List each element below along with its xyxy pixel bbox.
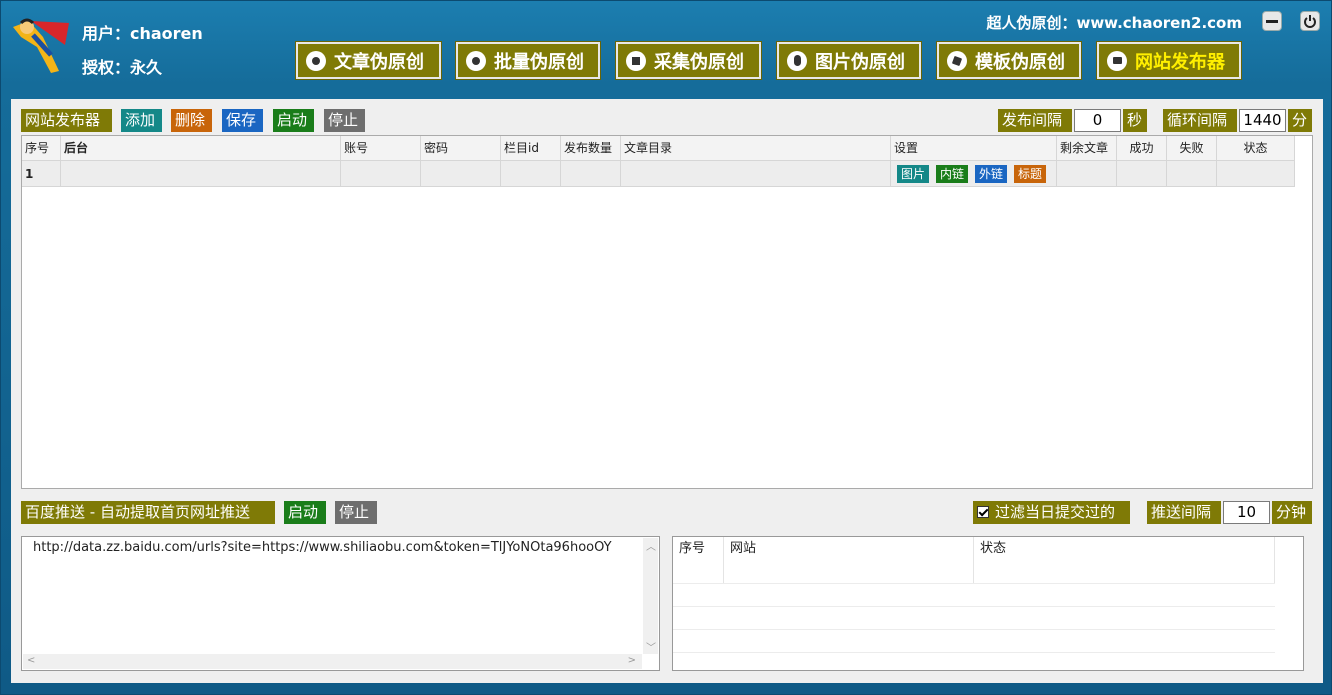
nav-label: 图片伪原创 bbox=[815, 51, 905, 73]
vertical-scrollbar[interactable]: ︿ ﹀ bbox=[643, 538, 658, 654]
column-header[interactable]: 序号 bbox=[673, 537, 724, 583]
scroll-left-icon[interactable]: < bbox=[27, 655, 35, 666]
push-interval-input[interactable]: 10 bbox=[1223, 501, 1270, 524]
table-row bbox=[673, 629, 1275, 652]
minimize-icon bbox=[1266, 19, 1278, 23]
title-setting-button[interactable]: 标题 bbox=[1014, 165, 1047, 183]
table-cell-index[interactable]: 1 bbox=[22, 161, 61, 187]
baidu-start-button[interactable]: 启动 bbox=[284, 501, 326, 524]
site-url-label: 超人伪原创：www.chaoren2.com bbox=[986, 14, 1242, 32]
column-header[interactable]: 状态 bbox=[1217, 136, 1295, 161]
publish-interval-label: 发布间隔 bbox=[998, 109, 1072, 132]
nav-label: 模板伪原创 bbox=[975, 51, 1065, 73]
column-header[interactable]: 设置 bbox=[891, 136, 1057, 161]
power-button[interactable] bbox=[1300, 11, 1320, 31]
checkbox-checked-icon bbox=[977, 506, 989, 518]
column-header[interactable]: 序号 bbox=[22, 136, 61, 161]
scroll-down-icon[interactable]: ﹀ bbox=[646, 639, 656, 654]
scroll-right-icon[interactable]: > bbox=[628, 655, 636, 666]
table-cell-remaining[interactable] bbox=[1057, 161, 1117, 187]
stop-icon bbox=[626, 50, 646, 71]
column-header[interactable]: 状态 bbox=[974, 537, 1275, 583]
baidu-stop-button[interactable]: 停止 bbox=[335, 501, 377, 524]
nav-article-rewrite[interactable]: 文章伪原创 bbox=[295, 41, 442, 80]
column-header[interactable]: 剩余文章 bbox=[1057, 136, 1117, 161]
table-cell-success[interactable] bbox=[1117, 161, 1167, 187]
push-interval-unit: 分钟 bbox=[1272, 501, 1312, 524]
table-row bbox=[673, 583, 1275, 606]
mouse-icon bbox=[787, 50, 807, 71]
horizontal-scrollbar[interactable]: < > bbox=[23, 654, 642, 669]
loop-interval-input[interactable]: 1440 bbox=[1239, 109, 1286, 132]
table-cell-count[interactable] bbox=[561, 161, 621, 187]
column-header[interactable]: 失败 bbox=[1167, 136, 1217, 161]
column-header[interactable]: 发布数量 bbox=[561, 136, 621, 161]
nav-label: 文章伪原创 bbox=[334, 51, 424, 73]
loop-interval-label: 循环间隔 bbox=[1163, 109, 1237, 132]
nav-label: 网站发布器 bbox=[1135, 51, 1225, 73]
nav-collect-rewrite[interactable]: 采集伪原创 bbox=[615, 41, 762, 80]
minimize-button[interactable] bbox=[1262, 11, 1282, 31]
nav-template-rewrite[interactable]: 模板伪原创 bbox=[936, 41, 1082, 80]
column-header[interactable]: 栏目id bbox=[501, 136, 561, 161]
license-label: 授权：永久 bbox=[82, 58, 163, 77]
table-row bbox=[673, 652, 1275, 670]
add-button[interactable]: 添加 bbox=[121, 109, 162, 132]
table-row bbox=[673, 606, 1275, 629]
nav-image-rewrite[interactable]: 图片伪原创 bbox=[776, 41, 922, 80]
table-cell-password[interactable] bbox=[421, 161, 501, 187]
start-button[interactable]: 启动 bbox=[273, 109, 314, 132]
api-url-text: http://data.zz.baidu.com/urls?site=https… bbox=[33, 540, 612, 555]
baidu-api-textarea[interactable]: http://data.zz.baidu.com/urls?site=https… bbox=[21, 536, 660, 671]
scroll-up-icon[interactable]: ︿ bbox=[646, 538, 656, 553]
push-interval-label: 推送间隔 bbox=[1147, 501, 1221, 524]
filter-submitted-checkbox[interactable]: 过滤当日提交过的 bbox=[973, 501, 1130, 524]
image-setting-button[interactable]: 图片 bbox=[897, 165, 930, 183]
baidu-push-title: 百度推送 - 自动提取首页网址推送 bbox=[21, 501, 275, 524]
table-cell-status[interactable] bbox=[1217, 161, 1295, 187]
column-header[interactable]: 后台 bbox=[61, 136, 341, 161]
table-cell-account[interactable] bbox=[341, 161, 421, 187]
superman-logo-icon bbox=[13, 18, 69, 73]
loop-interval-unit: 分 bbox=[1288, 109, 1312, 132]
app-window: 用户：chaoren 授权：永久 超人伪原创：www.chaoren2.com … bbox=[0, 0, 1332, 695]
publish-interval-input[interactable]: 0 bbox=[1074, 109, 1121, 132]
table-cell-dir[interactable] bbox=[621, 161, 891, 187]
table-cell-settings: 图片 内链 外链 标题 bbox=[891, 161, 1057, 187]
nav-label: 批量伪原创 bbox=[494, 51, 584, 73]
publisher-title: 网站发布器 bbox=[21, 109, 112, 132]
filter-label: 过滤当日提交过的 bbox=[995, 503, 1116, 521]
column-header[interactable]: 文章目录 bbox=[621, 136, 891, 161]
header-bar: 用户：chaoren 授权：永久 超人伪原创：www.chaoren2.com … bbox=[1, 1, 1332, 95]
internal-link-button[interactable]: 内链 bbox=[936, 165, 969, 183]
publish-interval-unit: 秒 bbox=[1123, 109, 1147, 132]
table-cell-fail[interactable] bbox=[1167, 161, 1217, 187]
power-icon bbox=[1304, 15, 1316, 28]
table-cell-backend[interactable] bbox=[61, 161, 341, 187]
column-header[interactable]: 密码 bbox=[421, 136, 501, 161]
column-header[interactable]: 网站 bbox=[724, 537, 974, 583]
external-link-button[interactable]: 外链 bbox=[975, 165, 1008, 183]
column-header[interactable]: 成功 bbox=[1117, 136, 1167, 161]
push-result-table: 序号 网站 状态 bbox=[672, 536, 1304, 671]
stop-button[interactable]: 停止 bbox=[324, 109, 365, 132]
username-label: 用户：chaoren bbox=[82, 24, 203, 43]
nav-batch-rewrite[interactable]: 批量伪原创 bbox=[455, 41, 601, 80]
book-icon bbox=[1107, 50, 1127, 71]
disc-icon bbox=[306, 50, 326, 71]
table-cell-column-id[interactable] bbox=[501, 161, 561, 187]
delete-button[interactable]: 删除 bbox=[171, 109, 212, 132]
nav-label: 采集伪原创 bbox=[654, 51, 744, 73]
column-header[interactable]: 账号 bbox=[341, 136, 421, 161]
publisher-table: 序号 后台 账号 密码 栏目id 发布数量 文章目录 设置 剩余文章 成功 失败… bbox=[21, 135, 1313, 489]
disc-icon bbox=[466, 50, 486, 71]
nav-site-publisher[interactable]: 网站发布器 bbox=[1096, 41, 1242, 80]
save-button[interactable]: 保存 bbox=[222, 109, 263, 132]
cube-icon bbox=[947, 50, 967, 71]
main-panel: 网站发布器 添加 删除 保存 启动 停止 发布间隔 0 秒 循环间隔 1440 … bbox=[11, 99, 1323, 683]
